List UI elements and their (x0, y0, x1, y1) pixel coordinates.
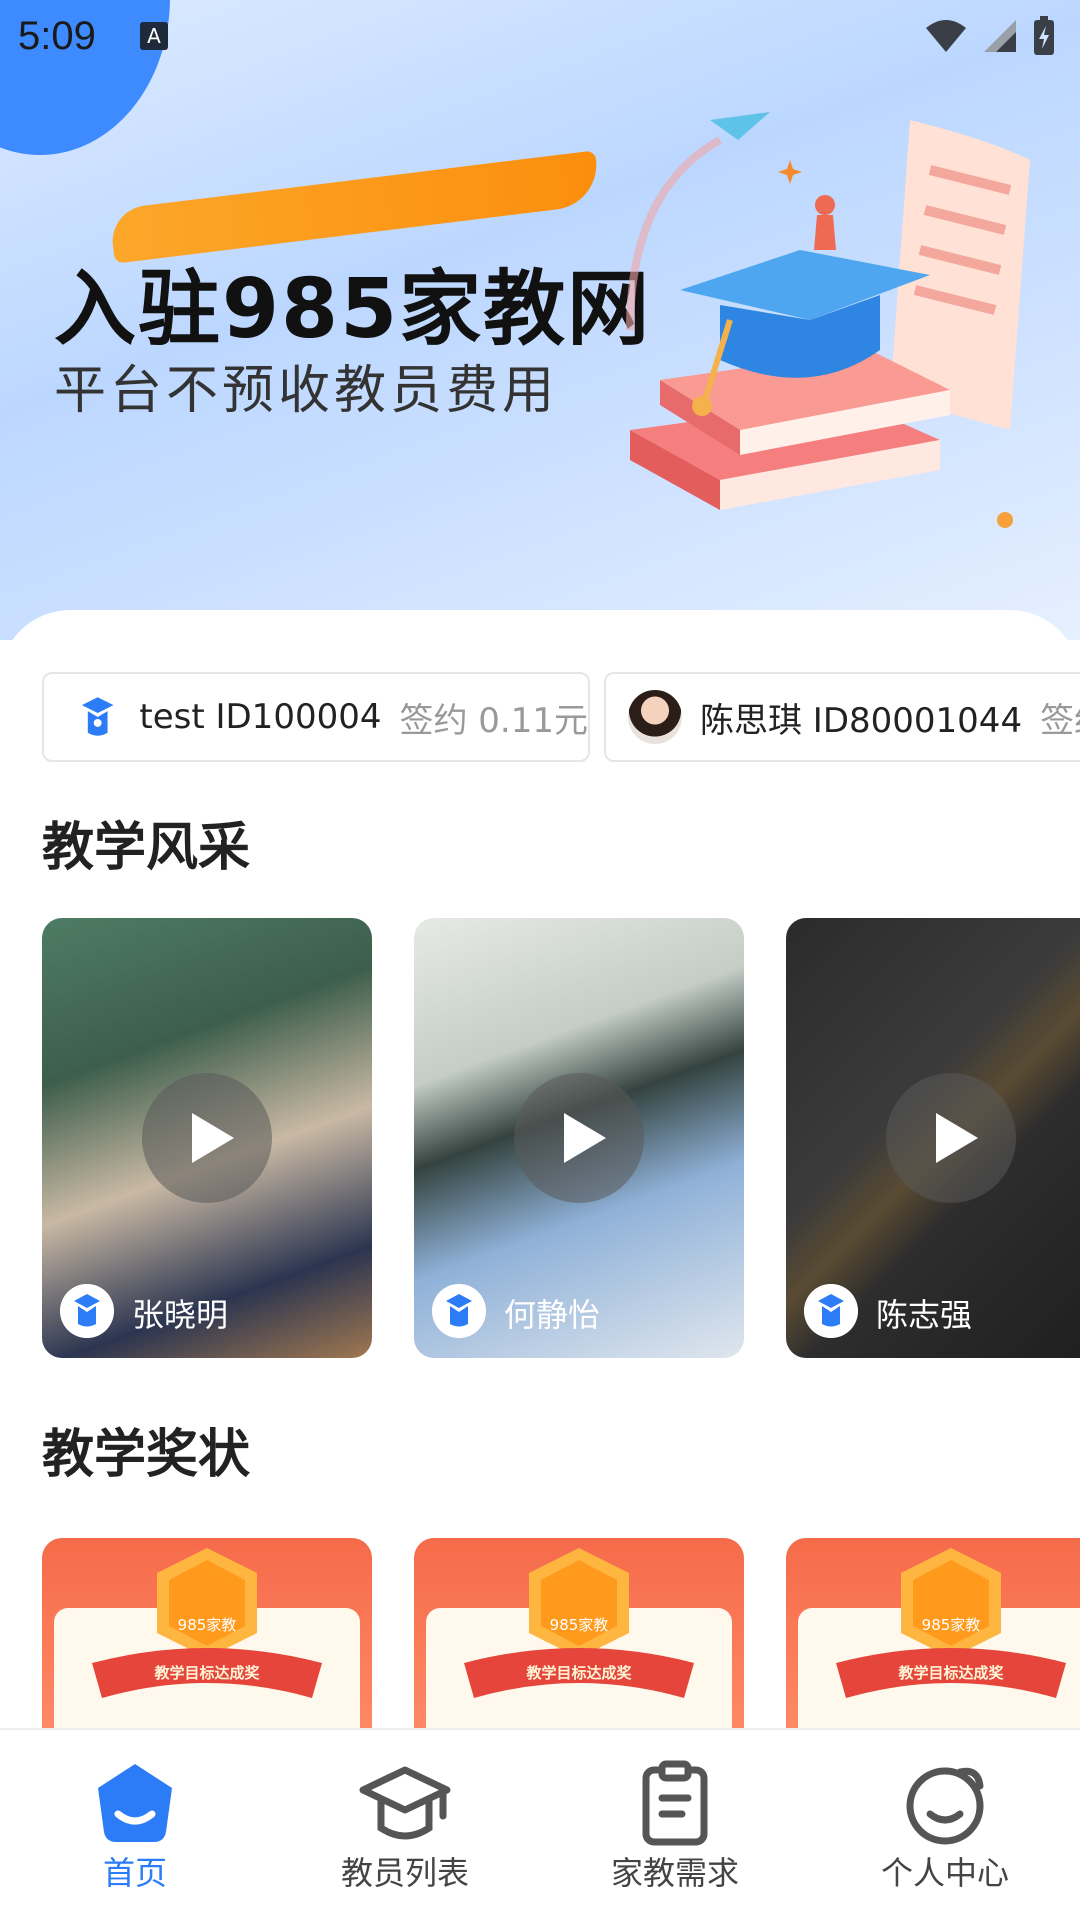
award-ribbon: 教学目标达成奖 (897, 1664, 1004, 1682)
teacher-logo-icon (60, 1284, 114, 1338)
nav-teachers[interactable]: 教员列表 (270, 1730, 540, 1922)
books-graduation-illustration (626, 112, 1030, 528)
signal-icon (984, 20, 1016, 52)
award-ribbon: 教学目标达成奖 (525, 1664, 632, 1682)
profile-icon (906, 1767, 984, 1845)
award-badge-icon: 985家教 教学目标达成奖 (54, 1548, 360, 1728)
video-carousel: 张晓明 何静怡 陈志强 (42, 918, 1080, 1358)
notification-icon: A (140, 22, 168, 50)
section-title-awards: 教学奖状 (42, 1425, 251, 1485)
play-icon[interactable] (886, 1073, 1016, 1203)
status-bar: 5:09 A (0, 0, 1080, 70)
award-card[interactable]: 985家教 教学目标达成奖 (414, 1538, 744, 1728)
teacher-name: 何静怡 (504, 1296, 601, 1334)
teacher-name: 陈志强 (876, 1296, 973, 1334)
nav-label: 首页 (102, 1854, 167, 1892)
battery-icon (1034, 16, 1054, 55)
award-ribbon: 教学目标达成奖 (153, 1664, 260, 1682)
hero-banner[interactable]: 5:09 A 入驻985家教网 平台不预收教员费用 (0, 0, 1080, 640)
nav-label: 个人中心 (880, 1854, 1009, 1892)
bottom-nav: 首页 教员列表 家教需求 个人中心 (0, 1728, 1080, 1922)
award-brand: 985家教 (922, 1616, 981, 1634)
section-title-teaching-style: 教学风采 (42, 818, 251, 878)
teacher-name: 张晓明 (132, 1296, 229, 1334)
ticker-item[interactable]: 陈思琪 ID80001044 签约 (604, 672, 1080, 762)
video-card[interactable]: 陈志强 (786, 918, 1080, 1358)
teacher-logo-icon (81, 697, 114, 736)
video-card[interactable]: 何静怡 (414, 918, 744, 1358)
signing-ticker: test ID100004 签约 0.11元 陈思琪 ID80001044 签约 (42, 672, 1080, 762)
nav-label: 教员列表 (340, 1854, 469, 1892)
awards-carousel: 985家教 教学目标达成奖 985家教 教学目标达成奖 985家教 教学目标达成… (42, 1538, 1080, 1728)
banner-title: 入驻985家教网 (54, 262, 652, 357)
award-card[interactable]: 985家教 教学目标达成奖 (786, 1538, 1080, 1728)
award-badge-icon: 985家教 教学目标达成奖 (426, 1548, 732, 1728)
nav-label: 家教需求 (610, 1854, 739, 1892)
ticker-sign: 签约 (1040, 700, 1080, 741)
wifi-icon (926, 20, 966, 52)
banner-subtitle: 平台不预收教员费用 (54, 361, 559, 421)
status-time: 5:09 (18, 14, 96, 58)
award-card[interactable]: 985家教 教学目标达成奖 (42, 1538, 372, 1728)
nav-demands[interactable]: 家教需求 (540, 1730, 810, 1922)
play-icon[interactable] (514, 1073, 644, 1203)
graduation-cap-icon (359, 1766, 451, 1840)
ticker-name: test ID100004 (139, 697, 382, 737)
ticker-name: 陈思琪 ID80001044 (700, 700, 1023, 741)
teacher-logo-icon (432, 1284, 486, 1338)
clipboard-icon (642, 1760, 708, 1846)
video-card[interactable]: 张晓明 (42, 918, 372, 1358)
teacher-logo-icon (804, 1284, 858, 1338)
ticker-sign: 签约 0.11元 (399, 700, 588, 741)
avatar (628, 690, 682, 744)
award-brand: 985家教 (550, 1616, 609, 1634)
ticker-item[interactable]: test ID100004 签约 0.11元 (42, 672, 590, 762)
nav-profile[interactable]: 个人中心 (810, 1730, 1080, 1922)
home-icon (98, 1764, 172, 1842)
award-brand: 985家教 (178, 1616, 237, 1634)
play-icon[interactable] (142, 1073, 272, 1203)
award-badge-icon: 985家教 教学目标达成奖 (798, 1548, 1080, 1728)
nav-home[interactable]: 首页 (0, 1730, 270, 1922)
